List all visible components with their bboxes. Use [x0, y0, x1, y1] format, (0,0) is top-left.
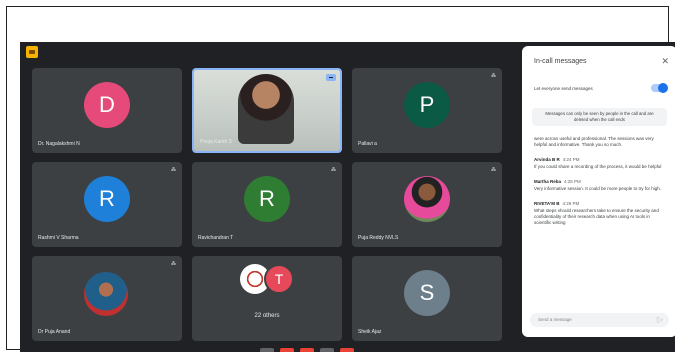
leave-button[interactable] — [340, 348, 354, 352]
message-author: Arvinda B R 4:24 PM — [534, 157, 580, 162]
close-icon[interactable]: ✕ — [661, 56, 669, 67]
message-author: RIVETA'M B 4:26 PM — [534, 201, 580, 206]
participant-tile[interactable]: ⁂ Dr Puja Anand — [32, 256, 182, 341]
send-icon[interactable]: ▷ — [657, 315, 663, 324]
message-text: Very informative session. It could be mo… — [534, 186, 662, 191]
control-bar — [260, 348, 354, 352]
participant-tile-active[interactable]: Pooja Kanth S — [192, 68, 342, 153]
avatar: P — [404, 82, 450, 129]
message-list: were across useful and professional. The… — [534, 134, 667, 235]
avatar: R — [84, 176, 130, 223]
others-count: 22 others — [254, 313, 280, 319]
participant-name: Dr. Nagalakshmi N — [38, 141, 80, 147]
participant-photo — [404, 176, 450, 222]
message-author: Martha Reba 4:25 PM — [534, 179, 581, 184]
message-time: 4:26 PM — [562, 201, 580, 206]
chat-message: Arvinda B R 4:24 PM If you could share a … — [534, 157, 667, 170]
message-time: 4:25 PM — [564, 179, 581, 184]
participant-name: Pooja Kanth S — [200, 139, 232, 145]
avatar: D — [84, 82, 130, 129]
chat-panel: In-call messages ✕ Let everyone send mes… — [522, 46, 675, 337]
message-placeholder: Send a message — [538, 317, 572, 322]
participant-name: Puja Reddy NVLS — [358, 235, 399, 241]
mic-off-icon: ⁂ — [491, 73, 496, 79]
chat-message: RIVETA'M B 4:26 PM What steps should rese… — [534, 201, 667, 226]
participant-tile[interactable]: D Dr. Nagalakshmi N — [32, 68, 182, 153]
chat-message: Martha Reba 4:25 PM Very informative sess… — [534, 179, 667, 192]
participant-name: Ravichandran T — [198, 235, 234, 241]
chat-notice: Messages can only be seen by people in t… — [532, 108, 667, 126]
mic-off-icon: ⁂ — [171, 261, 176, 267]
mic-off-icon: ⁂ — [491, 167, 496, 173]
control-button[interactable] — [260, 348, 274, 352]
participant-tile[interactable]: ⁂ Puja Reddy NVLS — [352, 162, 502, 247]
mic-off-icon: ⁂ — [331, 167, 336, 173]
avatar: R — [244, 176, 290, 223]
message-time: 4:24 PM — [562, 157, 580, 162]
control-button[interactable] — [320, 348, 334, 352]
avatar: T — [264, 264, 294, 294]
pin-icon[interactable] — [326, 74, 336, 81]
chat-message: were across useful and professional. The… — [534, 136, 667, 148]
participant-tile-group[interactable]: T 22 others — [192, 256, 342, 341]
participant-name: Pallavi a — [358, 141, 377, 147]
participant-photo — [238, 74, 294, 144]
participant-photo — [84, 272, 128, 316]
meet-logo — [26, 46, 38, 58]
chat-title: In-call messages — [534, 58, 587, 65]
participant-tile[interactable]: R ⁂ Rashmi V Sharma — [32, 162, 182, 247]
participant-tile[interactable]: S Sheik Ajaz — [352, 256, 502, 341]
message-permission-row: Let everyone send messages — [534, 83, 668, 94]
toggle-label: Let everyone send messages — [534, 86, 593, 91]
message-text: If you could share a recording of the pr… — [534, 164, 662, 169]
message-text: were across useful and professional. The… — [534, 136, 654, 147]
participant-name: Sheik Ajaz — [358, 329, 382, 335]
message-text: What steps should researchers take to en… — [534, 208, 659, 225]
message-permission-toggle[interactable] — [651, 83, 668, 93]
message-input[interactable]: Send a message ▷ — [530, 313, 669, 327]
participant-name: Dr Puja Anand — [38, 329, 71, 335]
participant-tile[interactable]: R ⁂ Ravichandran T — [192, 162, 342, 247]
mic-button[interactable] — [280, 348, 294, 352]
mic-off-icon: ⁂ — [171, 167, 176, 173]
avatar: S — [404, 270, 450, 317]
camera-button[interactable] — [300, 348, 314, 352]
meet-window: D Dr. Nagalakshmi N Pooja Kanth S P ⁂ Pa… — [20, 42, 675, 352]
participant-tile[interactable]: P ⁂ Pallavi a — [352, 68, 502, 153]
participant-name: Rashmi V Sharma — [38, 235, 79, 241]
others-avatars: T — [240, 264, 294, 294]
